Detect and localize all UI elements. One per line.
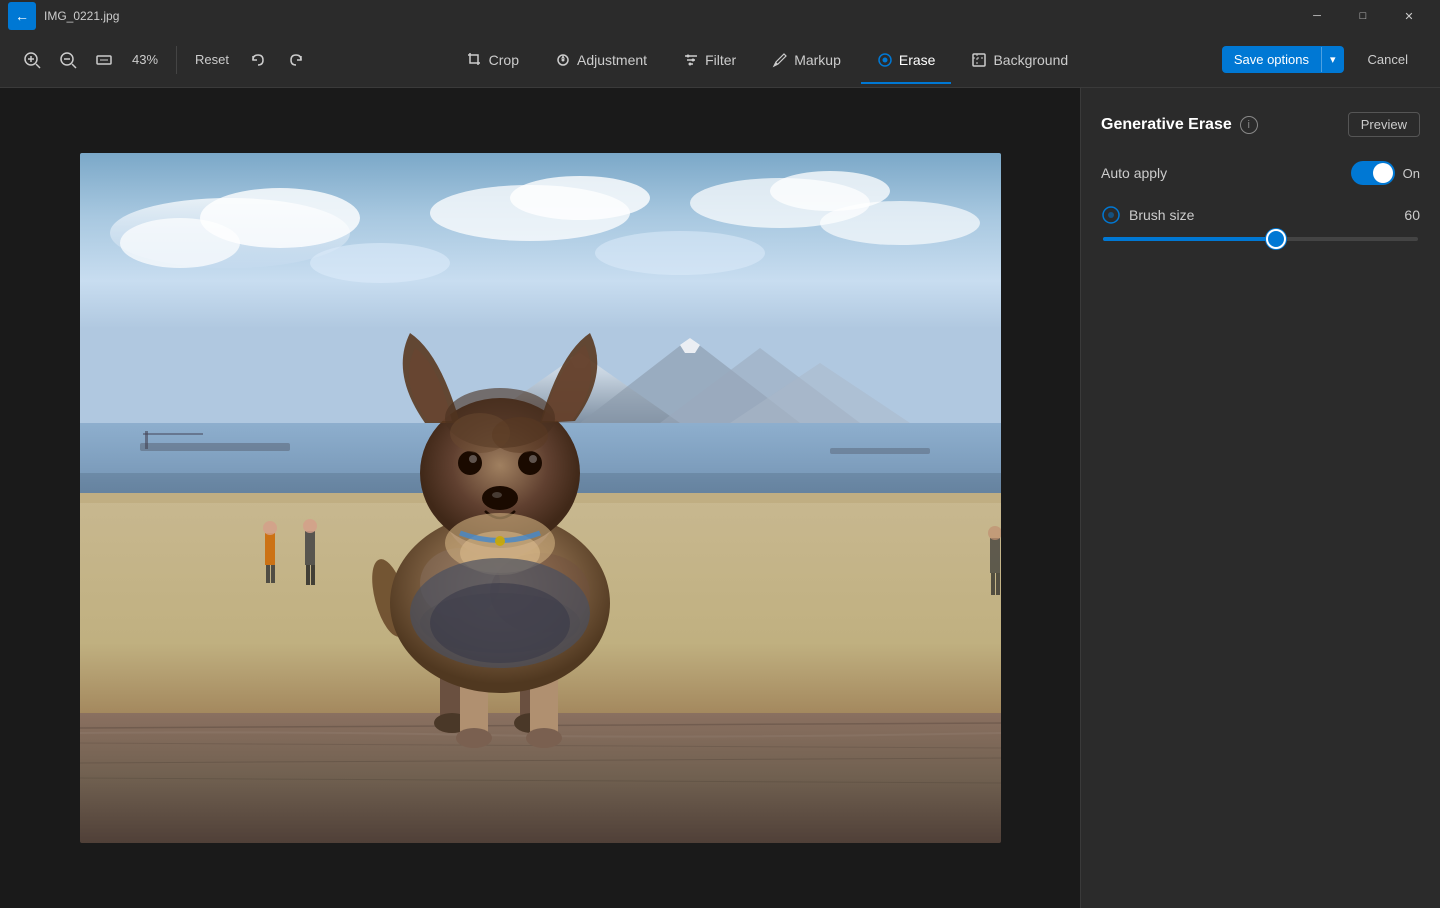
auto-apply-toggle[interactable] bbox=[1351, 161, 1395, 185]
brush-size-icon bbox=[1101, 205, 1121, 225]
side-panel: Generative Erase i Preview Auto apply On bbox=[1080, 88, 1440, 908]
cancel-button[interactable]: Cancel bbox=[1352, 46, 1424, 73]
filter-icon bbox=[683, 52, 699, 68]
undo-icon bbox=[249, 51, 267, 69]
preview-button[interactable]: Preview bbox=[1348, 112, 1420, 137]
auto-apply-toggle-container: On bbox=[1351, 161, 1420, 185]
toggle-thumb bbox=[1373, 163, 1393, 183]
tab-markup-label: Markup bbox=[794, 52, 841, 68]
reset-button[interactable]: Reset bbox=[187, 48, 237, 71]
toolbar-tabs: Crop Adjustment Filter bbox=[317, 44, 1218, 76]
zoom-level: 43% bbox=[124, 52, 166, 67]
auto-apply-label: Auto apply bbox=[1101, 165, 1167, 181]
tab-filter-label: Filter bbox=[705, 52, 736, 68]
canvas-area[interactable] bbox=[0, 88, 1080, 908]
background-icon bbox=[971, 52, 987, 68]
toolbar-left: 43% Reset bbox=[16, 44, 313, 76]
window-title: IMG_0221.jpg bbox=[44, 9, 119, 23]
maximize-button[interactable]: □ bbox=[1340, 0, 1386, 32]
divider-1 bbox=[176, 46, 177, 74]
panel-title: Generative Erase bbox=[1101, 116, 1232, 134]
redo-button[interactable] bbox=[279, 47, 313, 73]
zoom-out-icon bbox=[59, 51, 77, 69]
cancel-label: Cancel bbox=[1368, 52, 1408, 67]
reset-label: Reset bbox=[195, 52, 229, 67]
tab-filter[interactable]: Filter bbox=[667, 44, 752, 76]
crop-icon bbox=[467, 52, 483, 68]
tab-background-label: Background bbox=[993, 52, 1068, 68]
toolbar-right: Save options ▾ Cancel bbox=[1222, 46, 1424, 73]
title-bar: ← IMG_0221.jpg ─ □ ✕ bbox=[0, 0, 1440, 32]
window-controls: ─ □ ✕ bbox=[1294, 0, 1432, 32]
zoom-in-button[interactable] bbox=[16, 44, 48, 76]
tab-markup[interactable]: Markup bbox=[756, 44, 857, 76]
main-content: Generative Erase i Preview Auto apply On bbox=[0, 88, 1440, 908]
title-bar-left: ← IMG_0221.jpg bbox=[8, 2, 119, 30]
zoom-out-button[interactable] bbox=[52, 44, 84, 76]
tab-crop-label: Crop bbox=[489, 52, 519, 68]
toolbar: 43% Reset Crop bbox=[0, 32, 1440, 88]
tab-adjustment-label: Adjustment bbox=[577, 52, 647, 68]
toggle-on-label: On bbox=[1403, 166, 1420, 181]
tab-erase-label: Erase bbox=[899, 52, 936, 68]
fit-button[interactable] bbox=[88, 44, 120, 76]
save-options-button[interactable]: Save options ▾ bbox=[1222, 46, 1344, 73]
zoom-in-icon bbox=[23, 51, 41, 69]
markup-icon bbox=[772, 52, 788, 68]
adjustment-icon bbox=[555, 52, 571, 68]
tab-erase[interactable]: Erase bbox=[861, 44, 952, 76]
slider-track bbox=[1103, 237, 1418, 241]
panel-title-row: Generative Erase i Preview bbox=[1101, 112, 1420, 137]
brush-size-slider[interactable] bbox=[1101, 237, 1420, 241]
fit-icon bbox=[95, 51, 113, 69]
undo-button[interactable] bbox=[241, 47, 275, 73]
info-icon[interactable]: i bbox=[1240, 116, 1258, 134]
tab-background[interactable]: Background bbox=[955, 44, 1084, 76]
preview-label: Preview bbox=[1361, 117, 1407, 132]
image-container bbox=[80, 153, 1001, 843]
brush-size-label: Brush size bbox=[1129, 207, 1404, 223]
brush-size-row: Brush size 60 bbox=[1101, 205, 1420, 225]
brush-size-value: 60 bbox=[1404, 207, 1420, 223]
tab-crop[interactable]: Crop bbox=[451, 44, 535, 76]
back-icon: ← bbox=[15, 8, 29, 24]
info-icon-symbol: i bbox=[1248, 119, 1250, 131]
slider-fill bbox=[1103, 237, 1276, 241]
save-options-label: Save options bbox=[1222, 46, 1321, 73]
redo-icon bbox=[287, 51, 305, 69]
minimize-button[interactable]: ─ bbox=[1294, 0, 1340, 32]
slider-thumb[interactable] bbox=[1266, 229, 1286, 249]
tab-adjustment[interactable]: Adjustment bbox=[539, 44, 663, 76]
auto-apply-row: Auto apply On bbox=[1101, 161, 1420, 185]
close-button[interactable]: ✕ bbox=[1386, 0, 1432, 32]
erase-icon bbox=[877, 52, 893, 68]
back-button[interactable]: ← bbox=[8, 2, 36, 30]
photo-canvas bbox=[80, 153, 1001, 843]
save-options-chevron-icon[interactable]: ▾ bbox=[1321, 47, 1344, 72]
